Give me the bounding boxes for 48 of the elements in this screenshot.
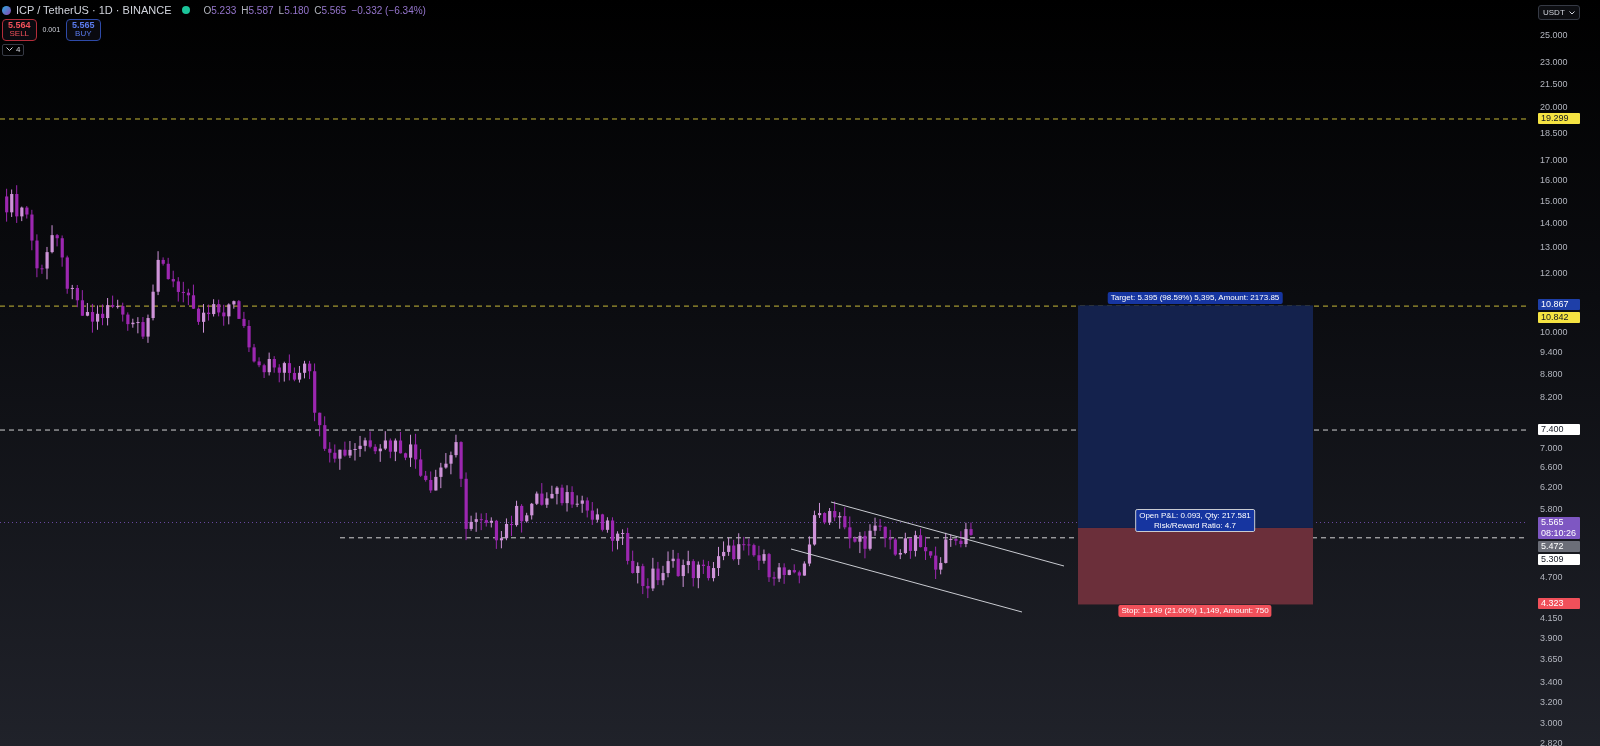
- price-tag: 5.472: [1538, 540, 1580, 552]
- price-tag: 10.842: [1538, 312, 1580, 324]
- axis-label: 3.000: [1540, 717, 1563, 729]
- axis-label: 3.400: [1540, 676, 1563, 689]
- ohlc-value: O5.233: [203, 4, 237, 16]
- axis-label: 16.000: [1540, 173, 1568, 186]
- axis-label: 3.200: [1540, 696, 1563, 709]
- axis-label: 6.200: [1540, 481, 1563, 494]
- target-label: Target: 5.395 (98.59%) 5,395, Amount: 2173.85: [1107, 292, 1283, 304]
- axis-label: 4.700: [1540, 571, 1563, 584]
- axis-label: 12.000: [1540, 267, 1568, 280]
- axis-label: 15.000: [1540, 194, 1568, 207]
- axis-label: 7.000: [1540, 442, 1563, 455]
- symbol-title: ICP / TetherUS · 1D · BINANCE: [16, 4, 172, 16]
- axis-label: 18.500: [1540, 126, 1568, 139]
- axis-label: 20.000: [1540, 101, 1568, 114]
- axis-label: 13.000: [1540, 241, 1568, 254]
- pnl-label: Open P&L: 0.093, Qty: 217.581 Risk/Reward Ratio: 4.7: [1135, 509, 1255, 533]
- currency-dropdown[interactable]: USDT: [1538, 5, 1580, 20]
- price-tag: 7.400: [1538, 424, 1580, 436]
- axis-label: 25.000: [1540, 29, 1568, 41]
- axis-label: 6.600: [1540, 461, 1563, 474]
- price-tag: 19.299: [1538, 113, 1580, 124]
- axis-label: 2.820: [1540, 737, 1563, 746]
- axis-label: 3.650: [1540, 653, 1563, 666]
- axis-label: 9.400: [1540, 346, 1563, 359]
- price-tag: 5.309: [1538, 553, 1580, 565]
- axis-label: 23.000: [1540, 56, 1568, 69]
- sell-button[interactable]: 5.564 SELL: [2, 19, 37, 41]
- price-tag: 10.867: [1538, 299, 1580, 311]
- ohlc-value: L5.180: [278, 4, 310, 16]
- axis-label: 8.200: [1540, 390, 1563, 403]
- axis-label: 17.000: [1540, 154, 1568, 167]
- stop-label: Stop: 1.149 (21.00%) 1,149, Amount: 750: [1118, 605, 1272, 618]
- price-tag: 5.565 08:10:26: [1538, 516, 1580, 539]
- axis-label: 3.900: [1540, 631, 1563, 644]
- axis-label: 21.500: [1540, 77, 1568, 90]
- axis-label: 14.000: [1540, 217, 1568, 230]
- ohlc-value: C5.565: [314, 4, 347, 16]
- axis-label: 10.000: [1540, 326, 1568, 339]
- indicators-toggle[interactable]: 4: [2, 43, 25, 56]
- axis-label: 4.150: [1540, 611, 1563, 624]
- price-tag: 4.323: [1538, 598, 1580, 610]
- ohlc-value: H5.587: [241, 4, 274, 16]
- axis-label: 5.800: [1540, 503, 1563, 516]
- buy-button[interactable]: 5.565 BUY: [66, 19, 101, 41]
- axis-label: 8.800: [1540, 367, 1563, 380]
- price-change: −0.332 (−6.34%): [351, 4, 426, 16]
